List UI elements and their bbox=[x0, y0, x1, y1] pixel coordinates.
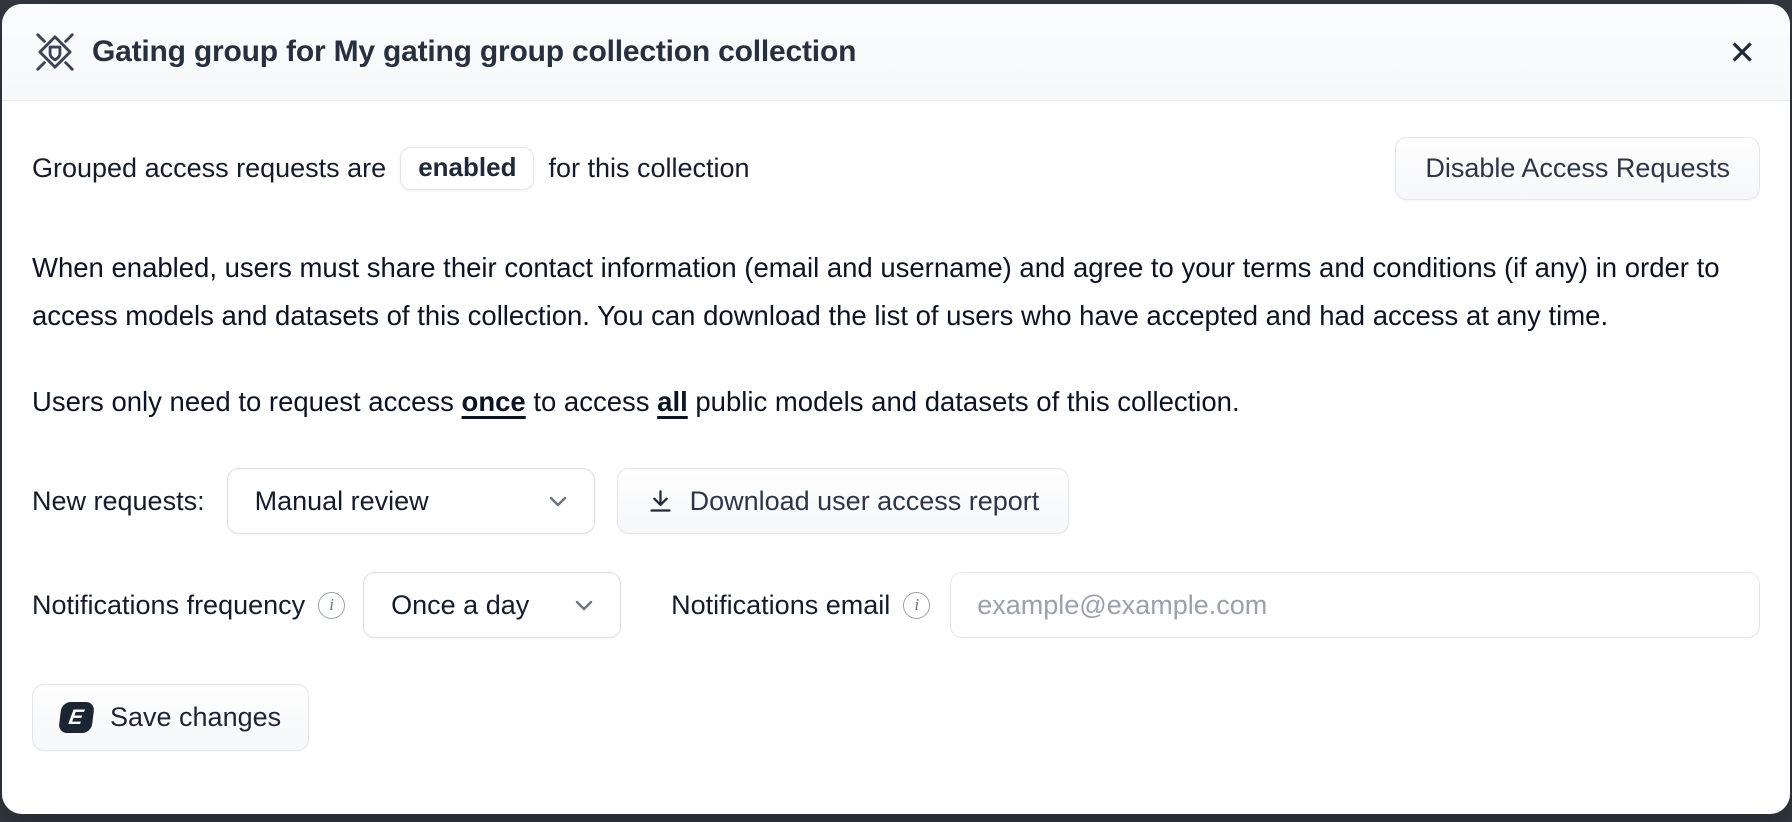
save-changes-button[interactable]: E Save changes bbox=[32, 684, 309, 751]
enterprise-badge-letter: E bbox=[68, 707, 86, 728]
gating-group-modal: Gating group for My gating group collect… bbox=[2, 4, 1790, 814]
rule-text-prefix: Users only need to request access bbox=[32, 386, 462, 417]
rule-text-mid: to access bbox=[526, 386, 657, 417]
modal-header: Gating group for My gating group collect… bbox=[2, 4, 1790, 101]
save-button-label: Save changes bbox=[110, 702, 281, 733]
download-icon bbox=[647, 488, 674, 515]
new-requests-select[interactable]: Manual review bbox=[227, 468, 595, 534]
notifications-frequency-select[interactable]: Once a day bbox=[363, 572, 621, 638]
new-requests-row: New requests: Manual review Download use… bbox=[32, 468, 1760, 534]
rule-emphasis-all: all bbox=[657, 386, 688, 417]
new-requests-label: New requests: bbox=[32, 486, 205, 517]
description-paragraph: When enabled, users must share their con… bbox=[32, 244, 1760, 340]
status-badge: enabled bbox=[400, 147, 534, 190]
download-user-access-report-button[interactable]: Download user access report bbox=[617, 468, 1070, 534]
chevron-down-icon bbox=[546, 489, 570, 513]
download-button-label: Download user access report bbox=[690, 486, 1040, 517]
modal-title: Gating group for My gating group collect… bbox=[92, 35, 856, 69]
info-icon[interactable]: i bbox=[903, 592, 930, 619]
notifications-email-input[interactable] bbox=[950, 572, 1760, 638]
status-text-before: Grouped access requests are bbox=[32, 153, 386, 184]
new-requests-select-value: Manual review bbox=[255, 486, 429, 517]
notifications-frequency-value: Once a day bbox=[391, 590, 529, 621]
status-text: Grouped access requests are enabled for … bbox=[32, 147, 750, 190]
status-text-after: for this collection bbox=[548, 153, 749, 184]
gating-shield-icon bbox=[32, 29, 78, 75]
modal-body: Grouped access requests are enabled for … bbox=[2, 101, 1790, 814]
rule-text-suffix: public models and datasets of this colle… bbox=[688, 386, 1240, 417]
rule-emphasis-once: once bbox=[462, 386, 526, 417]
enterprise-badge-icon: E bbox=[58, 702, 95, 733]
info-icon[interactable]: i bbox=[318, 592, 345, 619]
status-row: Grouped access requests are enabled for … bbox=[32, 137, 1760, 200]
save-row: E Save changes bbox=[32, 684, 1760, 751]
close-icon[interactable]: ✕ bbox=[1724, 30, 1760, 75]
notifications-email-label: Notifications email bbox=[671, 590, 890, 621]
access-rule-paragraph: Users only need to request access once t… bbox=[32, 378, 1760, 426]
disable-access-requests-button[interactable]: Disable Access Requests bbox=[1395, 137, 1760, 200]
chevron-down-icon bbox=[572, 593, 596, 617]
notifications-row: Notifications frequency i Once a day Not… bbox=[32, 572, 1760, 638]
notifications-frequency-label: Notifications frequency bbox=[32, 590, 305, 621]
